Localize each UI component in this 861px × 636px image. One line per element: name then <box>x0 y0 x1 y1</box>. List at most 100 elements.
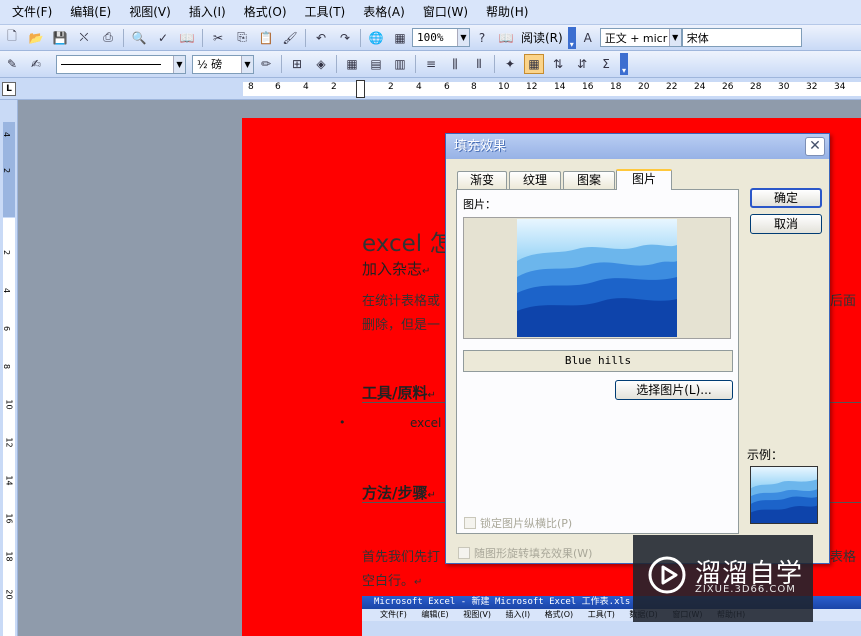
lock-aspect-label: 锁定图片纵横比(P) <box>480 517 573 530</box>
ruler-tick-label: 10 <box>4 399 14 410</box>
standard-toolbar: 🗋 📂 💾 ⛌ ⎙ 🔍 ✓ 📖 ✂ ⎘ 📋 🖌 ↶ ↷ 🌐 ▦ 100% ▼ ?… <box>0 25 861 51</box>
hyperlink-icon[interactable]: 🌐 <box>366 28 386 48</box>
help-icon[interactable]: ? <box>472 28 492 48</box>
menu-item[interactable]: 工具(T) <box>296 0 355 25</box>
tab-pattern[interactable]: 图案 <box>563 171 615 189</box>
format-painter-icon[interactable]: 🖌 <box>280 28 300 48</box>
chevron-down-icon[interactable]: ▼ <box>241 55 253 73</box>
autosum-icon[interactable]: Σ <box>596 54 616 74</box>
close-icon[interactable]: ✕ <box>805 137 825 156</box>
cut-icon[interactable]: ✂ <box>208 28 228 48</box>
redo-icon[interactable]: ↷ <box>335 28 355 48</box>
border-color-icon[interactable]: ✏ <box>256 54 276 74</box>
menu-item[interactable]: 表格(A) <box>354 0 414 25</box>
vertical-ruler[interactable]: 4 2 2 4 6 8 10 12 14 16 18 20 <box>0 100 18 636</box>
tab-panel: 图片： Blue hills 选择图片(L)... 锁定图片纵横比(P) <box>456 189 739 534</box>
ok-button[interactable]: 确定 <box>750 188 822 208</box>
ruler-tick-label: 4 <box>2 287 12 294</box>
styles-icon[interactable]: A <box>578 28 598 48</box>
tab-picture[interactable]: 图片 <box>616 169 672 190</box>
menu-item[interactable]: 插入(I) <box>180 0 235 25</box>
menu-item[interactable]: 格式(O) <box>235 0 296 25</box>
doc-heading-tools: 工具/原料↵ <box>362 384 436 402</box>
ruler-tick-label: 32 <box>806 82 818 92</box>
indent-marker[interactable] <box>356 80 365 98</box>
tab-selector-icon[interactable]: L <box>2 82 16 96</box>
new-document-icon[interactable]: 🗋 <box>2 28 22 48</box>
form-icon[interactable]: ✍ <box>26 54 46 74</box>
cancel-button[interactable]: 取消 <box>750 214 822 234</box>
read-mode-icon[interactable]: 📖 <box>496 28 516 48</box>
edit-icon[interactable]: ✎ <box>2 54 22 74</box>
paste-icon[interactable]: 📋 <box>256 28 276 48</box>
open-folder-icon[interactable]: 📂 <box>26 28 46 48</box>
print-preview-icon[interactable]: 🔍 <box>129 28 149 48</box>
shading-icon[interactable]: ◈ <box>311 54 331 74</box>
line-style-combo[interactable]: ▼ <box>56 54 186 74</box>
font-combo[interactable]: 宋体 <box>681 28 802 47</box>
ruler-tick-label: 16 <box>4 513 14 524</box>
zoom-combo[interactable]: 100% ▼ <box>412 28 470 47</box>
toolbar-separator <box>202 28 203 47</box>
menu-item[interactable]: 视图(V) <box>120 0 180 25</box>
toolbar-separator <box>360 28 361 47</box>
tab-texture[interactable]: 纹理 <box>509 171 561 189</box>
gridlines-icon[interactable]: ▦ <box>524 54 544 74</box>
ruler-tick-label: 8 <box>2 363 12 370</box>
undo-icon[interactable]: ↶ <box>311 28 331 48</box>
menu-item[interactable]: 窗口(W) <box>414 0 477 25</box>
merge-cells-icon[interactable]: ▤ <box>366 54 386 74</box>
save-icon[interactable]: 💾 <box>50 28 70 48</box>
horizontal-ruler[interactable]: L 8 6 4 2 2 4 6 8 10 12 14 16 18 20 22 24 26 28 30 32 34 <box>0 78 861 100</box>
sort-ascending-icon[interactable]: ⇅ <box>548 54 568 74</box>
ruler-tick-label: 8 <box>248 82 254 92</box>
tab-gradient[interactable]: 渐变 <box>457 171 507 189</box>
distribute-columns-icon[interactable]: ⫴ <box>469 54 489 74</box>
doc-tool-item: excel <box>410 416 442 430</box>
ruler-tick-label: 28 <box>750 82 762 92</box>
select-picture-button[interactable]: 选择图片(L)... <box>615 380 733 400</box>
doc-heading-steps: 方法/步骤↵ <box>362 484 436 502</box>
chevron-down-icon[interactable]: ▼ <box>173 55 185 73</box>
doc-paragraph-1-right: 后面 <box>830 294 857 309</box>
doc-paragraph-3: 首先我们先打 <box>362 550 441 565</box>
ruler-tick-label: 30 <box>778 82 790 92</box>
table-icon[interactable]: ▦ <box>390 28 410 48</box>
chevron-down-icon[interactable]: ▼ <box>457 29 469 46</box>
menu-item[interactable]: 帮助(H) <box>477 0 537 25</box>
ruler-tick-label: 14 <box>4 475 14 486</box>
menu-item[interactable]: 编辑(E) <box>61 0 120 25</box>
ruler-tick-label: 12 <box>526 82 538 92</box>
copy-icon[interactable]: ⎘ <box>232 28 252 48</box>
ruler-tick-label: 4 <box>303 82 309 92</box>
autoformat-icon[interactable]: ✦ <box>500 54 520 74</box>
split-cells-icon[interactable]: ▥ <box>390 54 410 74</box>
read-button[interactable]: 阅读(R) <box>521 29 563 46</box>
print-icon[interactable]: ⎙ <box>98 28 118 48</box>
ruler-tick-label: 10 <box>498 82 510 92</box>
style-combo[interactable]: 正文 + micr ▼ <box>599 28 682 47</box>
sort-descending-icon[interactable]: ⇵ <box>572 54 592 74</box>
doc-paragraph-3-right: 表格 <box>830 550 857 565</box>
menu-item[interactable]: 文件(F) <box>0 0 61 25</box>
ruler-tick-label: 22 <box>666 82 678 92</box>
ruler-tick-label: 6 <box>444 82 450 92</box>
align-icon[interactable]: ≡ <box>421 54 441 74</box>
toolbar-options-icon[interactable]: ▾ <box>620 53 628 75</box>
border-icon[interactable]: ⊞ <box>287 54 307 74</box>
picture-preview <box>463 217 731 339</box>
line-weight-combo[interactable]: ½ 磅 ▼ <box>192 54 254 74</box>
chevron-down-icon[interactable]: ▼ <box>668 29 681 46</box>
picture-name-field: Blue hills <box>463 350 733 372</box>
doc-title: excel 怎 <box>362 231 453 257</box>
permission-icon[interactable]: ⛌ <box>74 28 94 48</box>
toolbar-options-icon[interactable]: ▾ <box>567 26 576 49</box>
insert-table-icon[interactable]: ▦ <box>342 54 362 74</box>
spelling-icon[interactable]: ✓ <box>153 28 173 48</box>
ruler-tick-label: 20 <box>638 82 650 92</box>
font-value: 宋体 <box>686 31 709 45</box>
distribute-rows-icon[interactable]: ⫼ <box>445 54 465 74</box>
watermark-logo: 溜溜自学 ZIXUE.3D66.COM <box>633 535 813 622</box>
research-icon[interactable]: 📖 <box>177 28 197 48</box>
toolbar-separator <box>415 55 416 73</box>
